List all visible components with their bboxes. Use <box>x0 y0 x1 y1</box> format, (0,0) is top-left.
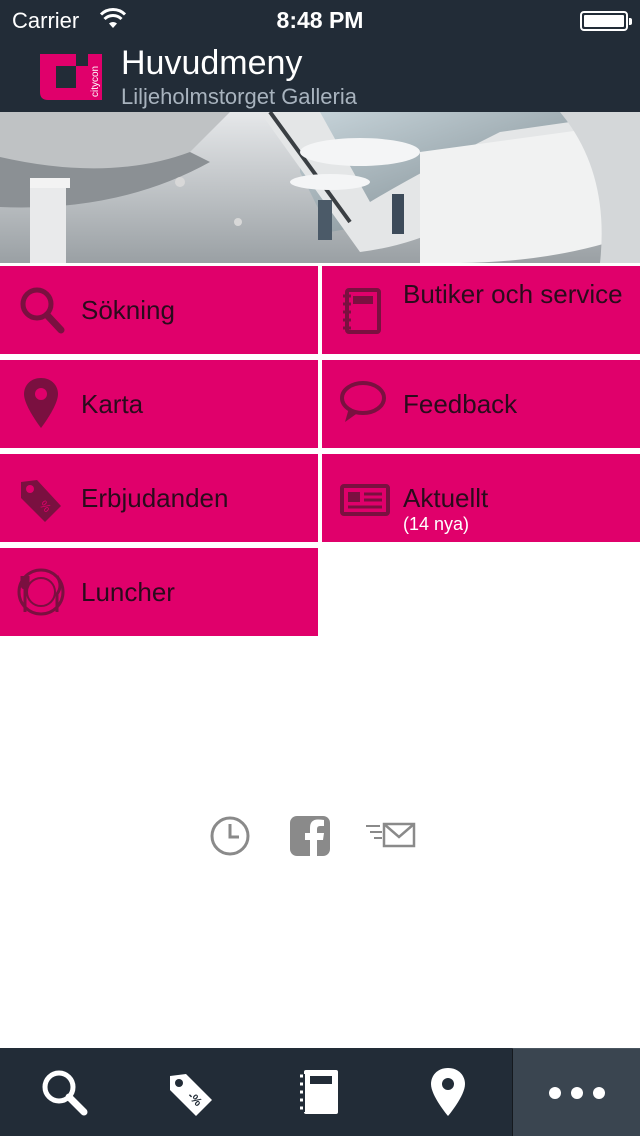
tile-shops-services[interactable]: Butiker och service <box>322 266 640 354</box>
tile-label: Butiker och service <box>403 279 623 309</box>
tab-more[interactable] <box>512 1048 640 1136</box>
tab-bar: -% <box>0 1048 640 1136</box>
clock-icon[interactable] <box>206 812 254 860</box>
tile-news[interactable]: Aktuellt (14 nya) <box>322 454 640 542</box>
plate-cutlery-icon <box>17 568 65 616</box>
logo-text: citycon <box>90 66 101 97</box>
discount-tag-icon: -% <box>170 1074 212 1116</box>
citycon-logo: citycon <box>40 54 102 100</box>
tab-map[interactable] <box>384 1048 512 1136</box>
tile-label: Karta <box>81 389 144 419</box>
tab-search[interactable] <box>0 1048 128 1136</box>
status-bar: Carrier 8:48 PM <box>0 0 640 40</box>
tile-label: Aktuellt <box>403 483 489 513</box>
search-icon <box>42 1070 88 1116</box>
tile-offers[interactable]: % Erbjudanden <box>0 454 318 542</box>
newsletter-mail-icon[interactable] <box>364 812 416 860</box>
more-dots-icon <box>548 1086 605 1099</box>
newspaper-icon <box>340 484 390 516</box>
mall-interior-photo <box>0 112 640 263</box>
page-subtitle: Liljeholmstorget Galleria <box>121 84 357 109</box>
battery-icon <box>580 11 632 31</box>
clock-time: 8:48 PM <box>276 7 364 33</box>
tile-label: Luncher <box>81 577 175 607</box>
tile-search[interactable]: Sökning <box>0 266 318 354</box>
tab-shops[interactable] <box>256 1048 384 1136</box>
tile-label: Erbjudanden <box>81 483 229 513</box>
tile-feedback[interactable]: Feedback <box>322 360 640 448</box>
news-count-badge: (14 nya) <box>403 514 470 534</box>
page-title: Huvudmeny <box>121 44 303 82</box>
map-pin-icon <box>431 1068 465 1116</box>
speech-bubble-icon <box>340 381 386 422</box>
header: citycon Huvudmeny Liljeholmstorget Galle… <box>0 40 640 112</box>
tab-offers[interactable]: -% <box>128 1048 256 1136</box>
tile-lunch[interactable]: Luncher <box>0 548 318 636</box>
price-tag-icon: % <box>21 480 61 522</box>
search-icon <box>20 287 65 334</box>
tile-map[interactable]: Karta <box>0 360 318 448</box>
tile-label: Sökning <box>81 295 175 325</box>
notebook-icon <box>300 1070 338 1114</box>
notebook-icon <box>343 288 381 334</box>
facebook-icon[interactable] <box>286 812 334 860</box>
tile-label: Feedback <box>403 389 518 419</box>
map-pin-icon <box>24 378 58 428</box>
